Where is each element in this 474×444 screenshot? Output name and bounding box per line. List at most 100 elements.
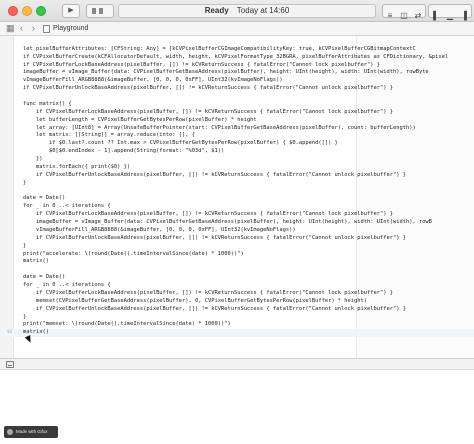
code-line[interactable]: date = Date() [0,195,474,203]
code-text: let pixelBufferAttributes: [CFString: An… [23,45,416,52]
code-text: let array: [UInt8] = Array(UnsafeBufferP… [23,124,416,131]
code-area[interactable]: let attributes: [...] = ...let pixelBuff… [0,36,474,338]
code-line[interactable]: if CVPixelBufferUnlockBaseAddress(pixelB… [0,85,474,93]
line-number: 48 [6,330,12,336]
code-text: vImageBufferFill_ARGB8888(&imageBuffer, … [23,226,296,233]
forward-icon[interactable]: › [32,22,35,35]
code-line[interactable]: } [0,314,474,322]
code-line[interactable]: if $0.last?.count ?? Int.max > CVPixelBu… [0,140,474,148]
code-text: func matrix() { [23,100,72,107]
playground-breadcrumb[interactable]: Playground [53,22,88,35]
code-line[interactable]: for _ in 0 ..< iterations { [0,203,474,211]
standard-editor-icon[interactable]: ≡ [383,10,397,22]
code-text: date = Date() [23,195,66,202]
back-icon[interactable]: ‹ [20,22,23,35]
code-text: matrix() [23,258,49,265]
code-line[interactable]: let matrix: [[String]] = array.reduce(in… [0,132,474,140]
navigator-panel-icon[interactable]: ▌ [429,10,443,22]
minimize-window-button[interactable] [22,6,32,16]
code-line[interactable]: if CVPixelBufferUnlockBaseAddress(pixelB… [0,235,474,243]
code-text: let bufferLength = CVPixelBufferGetBytes… [23,116,257,123]
code-text: imageBuffer = vImage_Buffer(data: CVPixe… [23,219,432,225]
panel-toggle-group: ▌ ▁ ▐ [428,4,472,20]
code-line[interactable]: let pixelBufferAttributes: [CFString: An… [0,46,474,54]
code-text: if CVPixelBufferLockBaseAddress(pixelBuf… [23,289,393,296]
code-line[interactable]: print("memset: \(round(Date().timeInterv… [0,321,474,329]
status-time: Today at 14:60 [236,6,290,15]
code-text: } [23,313,27,320]
console-area[interactable] [0,370,474,444]
scheme-bar-icon [99,8,103,14]
code-line[interactable]: imageBuffer = vImage_Buffer(data: CVPixe… [0,69,474,77]
code-line[interactable]: if CVPixelBufferLockBaseAddress(pixelBuf… [0,211,474,219]
code-line[interactable]: if CVPixelBufferUnlockBaseAddress(pixelB… [0,306,474,314]
code-text: let matrix: [[String]] = array.reduce(in… [23,132,196,139]
run-icon[interactable]: ▶ [62,4,80,18]
code-text: if CVPixelBufferUnlockBaseAddress(pixelB… [23,305,406,312]
code-line[interactable]: let bufferLength = CVPixelBufferGetBytes… [0,117,474,125]
code-line[interactable] [0,38,474,46]
code-text: print("memset: \(round(Date().timeInterv… [23,321,231,328]
code-text: matrix.forEach({ print($0) }) [23,163,131,170]
code-text: if CVPixelBufferLockBaseAddress(pixelBuf… [23,61,380,68]
activity-status: Ready Today at 14:60 [118,4,376,18]
code-line[interactable]: if CVPixelBufferLockBaseAddress(pixelBuf… [0,109,474,117]
code-text: if CVPixelBufferLockBaseAddress(pixelBuf… [23,108,393,115]
code-line[interactable]: vImageBufferFill_ARGB8888(&imageBuffer, … [0,77,474,85]
code-line[interactable]: print("accelerate: \(round(Date().timeIn… [0,251,474,259]
editor-mode-group: ≡ ◫ ⇄ [382,4,426,20]
code-line[interactable]: } [0,180,474,188]
code-line[interactable]: vImageBufferFill_ARGB8888(&imageBuffer, … [0,227,474,235]
code-line[interactable]: func matrix() { [0,101,474,109]
code-line[interactable]: } [0,243,474,251]
version-editor-icon[interactable]: ⇄ [411,10,425,22]
code-line[interactable]: 48 matrix() [0,329,474,338]
gifox-watermark: Made with Gifox [4,426,58,438]
code-text: if $0.last?.count ?? Int.max > CVPixelBu… [23,140,338,147]
debug-panel-icon[interactable]: ▁ [443,10,457,22]
code-line[interactable]: imageBuffer = vImage_Buffer(data: CVPixe… [0,219,474,227]
jump-bar: ▦ ‹ › Playground [0,22,474,36]
code-text: for _ in 0 ..< iterations { [23,282,111,288]
code-line[interactable] [0,266,474,274]
code-line[interactable]: matrix() [0,258,474,266]
zoom-window-button[interactable] [36,6,46,16]
code-text: } [23,242,27,249]
code-line[interactable]: memset(CVPixelBufferGetBaseAddress(pixel… [0,298,474,306]
code-line[interactable]: $0[$0.endIndex - 1].append(String(format… [0,148,474,156]
code-line[interactable]: if CVPixelBufferLockBaseAddress(pixelBuf… [0,62,474,70]
utilities-panel-icon[interactable]: ▐ [457,10,471,22]
scheme-bar-icon [92,8,96,14]
window-titlebar: ▶ Ready Today at 14:60 ≡ ◫ ⇄ ▌ ▁ ▐ [0,0,474,22]
status-state: Ready [204,6,229,15]
code-line[interactable]: let array: [UInt8] = Array(UnsafeBufferP… [0,125,474,133]
code-text: for _ in 0 ..< iterations { [23,203,111,210]
code-text: print("accelerate: \(round(Date().timeIn… [23,250,244,257]
scheme-selector[interactable] [86,4,114,18]
code-text: } [23,179,27,186]
code-line[interactable]: for _ in 0 ..< iterations { [0,282,474,290]
code-text: if CVPixelBufferUnlockBaseAddress(pixelB… [23,85,393,92]
code-line[interactable]: if CVPixelBufferCreate(kCFAllocatorDefau… [0,54,474,62]
code-text: if CVPixelBufferUnlockBaseAddress(pixelB… [23,234,406,241]
code-text: if CVPixelBufferLockBaseAddress(pixelBuf… [23,211,393,218]
code-text: memset(CVPixelBufferGetBaseAddress(pixel… [23,297,368,304]
code-text: date = Date() [23,274,66,281]
code-text: $0[$0.endIndex - 1].append(String(format… [23,148,225,155]
code-line[interactable]: date = Date() [0,274,474,282]
code-line[interactable]: if CVPixelBufferLockBaseAddress(pixelBuf… [0,290,474,298]
assistant-editor-icon[interactable]: ◫ [397,10,411,22]
close-window-button[interactable] [8,6,18,16]
code-line[interactable]: }) [0,156,474,164]
source-editor[interactable]: let attributes: [...] = ...let pixelBuff… [0,36,474,358]
code-line[interactable] [0,93,474,101]
code-text: if CVPixelBufferCreate(kCFAllocatorDefau… [23,53,449,60]
code-line[interactable] [0,188,474,196]
hide-debug-area-icon[interactable] [6,361,14,368]
debug-bar [0,358,474,370]
related-items-icon[interactable]: ▦ [6,22,15,35]
watermark-label: Made with Gifox [16,429,48,434]
code-text: }) [23,156,43,162]
code-line[interactable]: matrix.forEach({ print($0) }) [0,164,474,172]
code-line[interactable]: if CVPixelBufferUnlockBaseAddress(pixelB… [0,172,474,180]
